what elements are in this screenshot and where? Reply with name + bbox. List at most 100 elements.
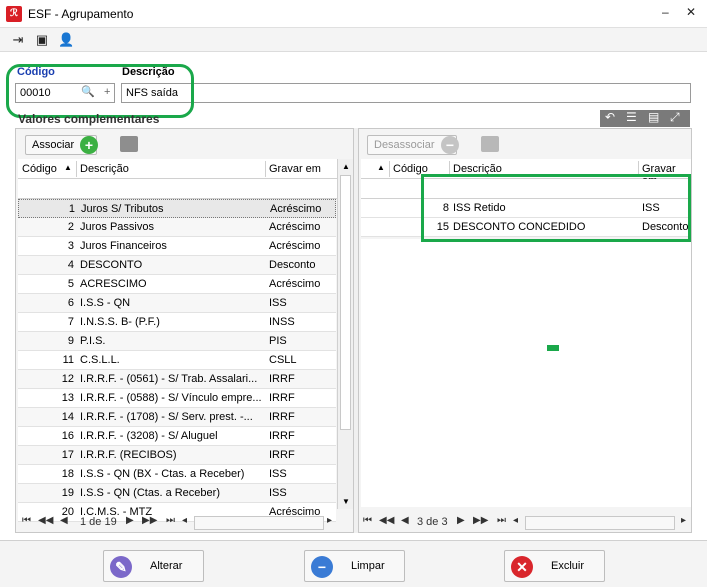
user-icon[interactable]: 👤 bbox=[58, 32, 74, 48]
excluir-button[interactable]: ✕ Excluir bbox=[504, 550, 605, 582]
detail-view-icon[interactable]: ▤ bbox=[648, 110, 659, 124]
limpar-label: Limpar bbox=[351, 560, 385, 572]
undo-icon[interactable]: ↶ bbox=[605, 110, 615, 124]
section-title: Valores complementares bbox=[18, 112, 160, 126]
cell-codigo: 13 bbox=[61, 392, 74, 404]
alterar-button[interactable]: ✎ Alterar bbox=[103, 550, 204, 582]
left-vertical-scrollbar[interactable]: ▲ ▼ bbox=[337, 159, 353, 509]
minimize-button[interactable]: ‒ bbox=[662, 5, 669, 19]
scroll-down-icon[interactable]: ▼ bbox=[342, 497, 350, 506]
title-bar: ℛ ESF - Agrupamento ‒ ✕ bbox=[0, 0, 707, 28]
next-scroll-icon[interactable]: ▸ bbox=[327, 515, 332, 526]
cell-codigo: 4 bbox=[67, 259, 74, 271]
right-page-indicator: 3 de 3 bbox=[417, 516, 448, 528]
next-page-icon[interactable]: ▶ bbox=[457, 515, 465, 526]
cell-codigo: 11 bbox=[62, 354, 74, 366]
cell-gravar: Acréscimo bbox=[269, 240, 321, 252]
cell-codigo: 5 bbox=[67, 278, 74, 290]
table-row[interactable]: 12 I.R.R.F. - (0561) - S/ Trab. Assalari.… bbox=[18, 370, 336, 389]
cell-descricao: I.R.R.F. - (0561) - S/ Trab. Assalari... bbox=[80, 373, 258, 385]
cell-descricao: DESCONTO bbox=[80, 259, 143, 271]
cell-gravar: IRRF bbox=[269, 392, 295, 404]
table-row[interactable]: 11 C.S.L.L. CSLL bbox=[18, 351, 336, 370]
header-descricao[interactable]: Descrição bbox=[80, 163, 129, 175]
cell-codigo: 16 bbox=[61, 430, 74, 442]
left-panel: Associar + Código ▲ Descrição Gravar em … bbox=[15, 128, 354, 533]
cell-codigo: 9 bbox=[67, 335, 74, 347]
table-row[interactable]: 5 ACRESCIMO Acréscimo bbox=[18, 275, 336, 294]
cell-codigo: 18 bbox=[61, 468, 74, 480]
descricao-input[interactable]: NFS saída bbox=[121, 83, 691, 103]
table-row[interactable]: 13 I.R.R.F. - (0588) - S/ Vínculo empre..… bbox=[18, 389, 336, 408]
table-row[interactable]: 4 DESCONTO Desconto bbox=[18, 256, 336, 275]
right-horizontal-scrollbar[interactable] bbox=[525, 516, 675, 530]
cell-codigo: 17 bbox=[61, 449, 74, 461]
next-scroll-icon[interactable]: ▸ bbox=[681, 515, 686, 526]
left-grid-header: Código ▲ Descrição Gravar em bbox=[18, 159, 352, 179]
first-page-icon[interactable]: ⏮ bbox=[363, 515, 372, 526]
close-button[interactable]: ✕ bbox=[686, 5, 696, 19]
scroll-thumb[interactable] bbox=[340, 175, 351, 430]
last-page-icon[interactable]: ⏭ bbox=[497, 515, 506, 526]
green-marker bbox=[547, 345, 559, 351]
add-group-icon[interactable] bbox=[120, 136, 138, 152]
cell-codigo: 6 bbox=[67, 297, 74, 309]
clear-icon: − bbox=[311, 556, 333, 578]
cell-descricao: I.R.R.F. - (0588) - S/ Vínculo empre... bbox=[80, 392, 262, 404]
app-logo-icon: ℛ bbox=[6, 6, 22, 22]
remove-group-icon[interactable] bbox=[481, 136, 499, 152]
table-row[interactable]: 14 I.R.R.F. - (1708) - S/ Serv. prest. -.… bbox=[18, 408, 336, 427]
delete-icon: ✕ bbox=[511, 556, 533, 578]
associate-label: Associar bbox=[32, 139, 75, 151]
next-many-icon[interactable]: ▶▶ bbox=[142, 515, 157, 526]
prev-page-icon[interactable]: ◀ bbox=[60, 515, 68, 526]
cell-codigo: 1 bbox=[68, 203, 75, 215]
cell-descricao: ACRESCIMO bbox=[80, 278, 147, 290]
toolbar: ⇥ ▣ 👤 bbox=[0, 28, 707, 52]
exit-icon[interactable]: ⇥ bbox=[10, 32, 26, 48]
next-many-icon[interactable]: ▶▶ bbox=[473, 515, 488, 526]
prev-scroll-icon[interactable]: ◂ bbox=[513, 515, 518, 526]
table-row[interactable]: 2 Juros Passivos Acréscimo bbox=[18, 218, 336, 237]
left-horizontal-scrollbar[interactable] bbox=[194, 516, 324, 530]
prev-page-icon[interactable]: ◀ bbox=[401, 515, 409, 526]
prev-scroll-icon[interactable]: ◂ bbox=[182, 515, 187, 526]
cell-descricao: I.R.R.F. (RECIBOS) bbox=[80, 449, 177, 461]
table-row[interactable]: 16 I.R.R.F. - (3208) - S/ Aluguel IRRF bbox=[18, 427, 336, 446]
last-page-icon[interactable]: ⏭ bbox=[166, 515, 175, 526]
left-page-indicator: 1 de 19 bbox=[80, 516, 117, 528]
sort-asc-icon[interactable]: ▲ bbox=[377, 163, 385, 172]
cell-descricao: C.S.L.L. bbox=[80, 354, 120, 366]
remove-icon[interactable]: − bbox=[441, 136, 459, 154]
expand-icon[interactable]: ⤢ bbox=[670, 110, 680, 125]
cell-descricao: I.S.S - QN (BX - Ctas. a Receber) bbox=[80, 468, 245, 480]
right-pager: ⏮ ◀◀ ◀ 3 de 3 ▶ ▶▶ ⏭ ◂ ▸ bbox=[363, 515, 689, 533]
card-icon[interactable]: ▣ bbox=[34, 32, 50, 48]
scroll-up-icon[interactable]: ▲ bbox=[342, 162, 350, 171]
cell-codigo: 7 bbox=[67, 316, 74, 328]
limpar-button[interactable]: − Limpar bbox=[304, 550, 405, 582]
add-icon[interactable]: + bbox=[80, 136, 98, 154]
list-view-icon[interactable]: ☰ bbox=[626, 110, 637, 124]
prev-many-icon[interactable]: ◀◀ bbox=[38, 515, 53, 526]
cell-gravar: Desconto bbox=[269, 259, 316, 271]
cell-gravar: CSLL bbox=[269, 354, 297, 366]
prev-many-icon[interactable]: ◀◀ bbox=[379, 515, 394, 526]
table-row[interactable]: 1 Juros S/ Tributos Acréscimo bbox=[18, 199, 336, 218]
table-row[interactable]: 3 Juros Financeiros Acréscimo bbox=[18, 237, 336, 256]
cell-descricao: Juros Passivos bbox=[80, 221, 154, 233]
first-page-icon[interactable]: ⏮ bbox=[22, 515, 31, 526]
table-row[interactable]: 18 I.S.S - QN (BX - Ctas. a Receber) ISS bbox=[18, 465, 336, 484]
cell-gravar: PIS bbox=[269, 335, 287, 347]
table-row[interactable]: 6 I.S.S - QN ISS bbox=[18, 294, 336, 313]
sort-asc-icon[interactable]: ▲ bbox=[64, 163, 72, 172]
next-page-icon[interactable]: ▶ bbox=[126, 515, 134, 526]
table-row[interactable]: 9 P.I.S. PIS bbox=[18, 332, 336, 351]
left-filter-row[interactable] bbox=[18, 179, 338, 199]
header-gravar[interactable]: Gravar em bbox=[269, 163, 321, 175]
header-codigo[interactable]: Código bbox=[22, 163, 57, 175]
table-row[interactable]: 17 I.R.R.F. (RECIBOS) IRRF bbox=[18, 446, 336, 465]
table-row[interactable]: 7 I.N.S.S. B- (P.F.) INSS bbox=[18, 313, 336, 332]
table-row[interactable]: 19 I.S.S - QN (Ctas. a Receber) ISS bbox=[18, 484, 336, 503]
excluir-label: Excluir bbox=[551, 560, 585, 572]
